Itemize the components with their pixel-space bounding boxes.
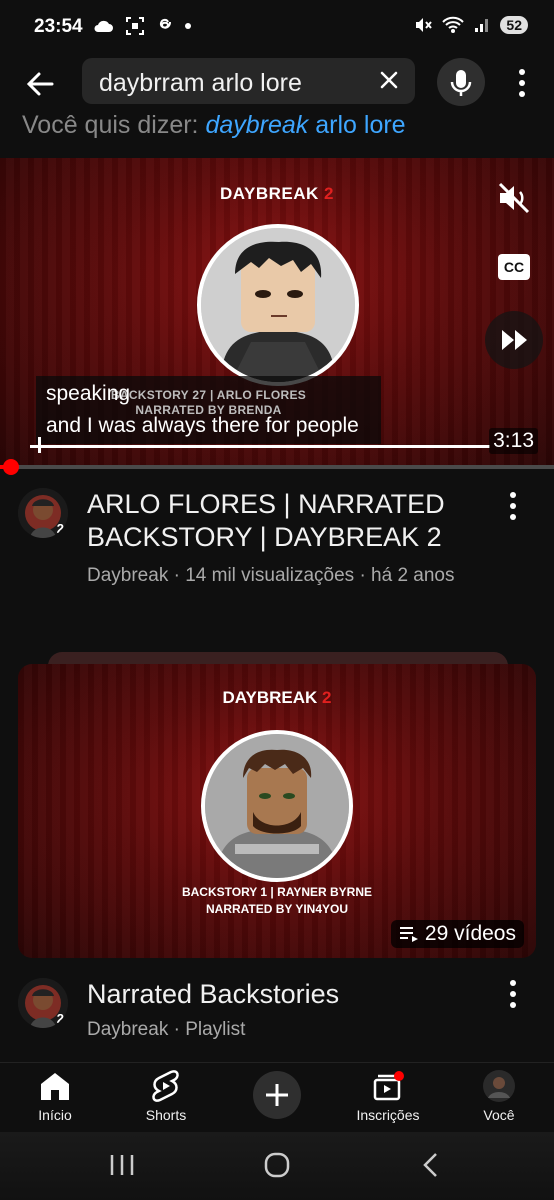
playlist-queue-icon: [399, 927, 418, 942]
scrub-tick: [38, 437, 41, 453]
nav-shorts[interactable]: Shorts: [116, 1069, 216, 1123]
scrub-line: [30, 445, 490, 448]
recents-icon[interactable]: [102, 1150, 142, 1180]
playlist-meta: Daybreak · Playlist: [87, 1019, 246, 1040]
screenshot-icon: [126, 17, 144, 35]
nav-create[interactable]: [227, 1071, 327, 1119]
signal-icon: [475, 19, 489, 32]
pl-caption-line1: BACKSTORY 1 | RAYNER BYRNE: [181, 885, 373, 899]
system-navigation: [0, 1132, 554, 1200]
nav-home[interactable]: Início: [5, 1069, 105, 1123]
playlist-more-icon[interactable]: [503, 978, 523, 1010]
playlist-count: 29 vídeos: [424, 922, 516, 945]
nav-subscriptions-label: Inscrições: [356, 1107, 420, 1123]
video-more-icon[interactable]: [503, 490, 523, 522]
channel-avatar[interactable]: 2: [18, 488, 68, 538]
battery-level: 52: [500, 16, 528, 34]
video-thumb-title: DAYBREAK 2: [0, 184, 554, 204]
progress-handle[interactable]: [3, 459, 20, 475]
threads-icon: [159, 18, 171, 29]
back-system-icon[interactable]: [412, 1150, 452, 1180]
progress-track[interactable]: [0, 465, 554, 469]
playlist-portrait-image: [205, 734, 349, 878]
search-input[interactable]: daybrram arlo lore: [82, 58, 415, 104]
video-meta: Daybreak · 14 mil visualizações · há 2 a…: [87, 565, 455, 586]
playlist-title[interactable]: Narrated Backstories: [87, 978, 487, 1011]
pl-caption-line2: NARRATED BY YIN4YOU: [205, 902, 349, 916]
search-query[interactable]: daybrram arlo lore: [99, 69, 302, 98]
cloud-icon: [94, 20, 113, 32]
character-portrait: [197, 224, 359, 386]
nav-subscriptions[interactable]: Inscrições: [338, 1069, 438, 1123]
more-options-icon[interactable]: [508, 66, 536, 100]
subscriptions-icon: [373, 1071, 404, 1101]
character-portrait-image: [201, 228, 355, 382]
nav-home-label: Início: [38, 1107, 72, 1123]
dot-icon: [185, 23, 191, 29]
nav-you[interactable]: Você: [449, 1069, 549, 1123]
plus-icon: [266, 1084, 288, 1106]
thumb-title-text: DAYBREAK: [220, 184, 319, 203]
home-icon: [41, 1073, 69, 1100]
channel-badge: 2: [56, 521, 64, 536]
suggest-prefix: Você quis dizer:: [22, 111, 199, 139]
playlist-thumbnail[interactable]: DAYBREAK 2 BACKSTORY 1 | RAYNER BYRNE NA…: [18, 664, 536, 958]
did-you-mean[interactable]: Você quis dizer: daybreak arlo lore: [22, 110, 406, 140]
mic-icon: [450, 70, 472, 96]
home-system-icon[interactable]: [257, 1150, 297, 1180]
status-time: 23:54: [34, 16, 83, 37]
nav-you-label: Você: [483, 1107, 515, 1123]
subtitle-line-2: and I was always there for people: [46, 414, 359, 437]
nav-shorts-label: Shorts: [145, 1107, 187, 1123]
fast-forward-button[interactable]: [485, 311, 543, 369]
voice-search-button[interactable]: [437, 58, 485, 106]
suggest-corrected[interactable]: daybreak: [205, 111, 308, 139]
playlist-channel-badge: 2: [56, 1011, 64, 1026]
status-right: 52: [414, 16, 528, 34]
clear-icon[interactable]: [377, 68, 401, 92]
playlist-thumb-title: DAYBREAK 2: [18, 688, 536, 708]
suggest-rest[interactable]: arlo lore: [315, 111, 405, 139]
pl-thumb-title-text: DAYBREAK: [222, 688, 318, 707]
playlist-channel-avatar[interactable]: 2: [18, 978, 68, 1028]
user-avatar-icon: [483, 1070, 515, 1102]
wifi-icon: [442, 16, 465, 33]
playlist-portrait: [201, 730, 353, 882]
back-arrow-icon[interactable]: [22, 66, 58, 102]
video-title[interactable]: ARLO FLORES | NARRATED BACKSTORY | DAYBR…: [87, 488, 487, 554]
thumb-title-num: 2: [324, 184, 334, 203]
status-bar: 23:54 52: [0, 0, 554, 58]
playlist-count-badge: 29 vídeos: [390, 920, 524, 948]
video-duration: 3:13: [489, 428, 538, 454]
video-player[interactable]: DAYBREAK 2 BACKSTORY 27 | ARLO FLORES NA…: [0, 158, 554, 466]
subtitle-line-1: speaking: [46, 382, 131, 405]
create-button[interactable]: [253, 1071, 301, 1119]
bottom-navigation: Início Shorts Inscrições Você: [0, 1062, 554, 1132]
shorts-icon: [152, 1070, 179, 1102]
search-header: daybrram arlo lore: [0, 58, 554, 108]
pl-thumb-title-num: 2: [322, 688, 332, 707]
muted-icon[interactable]: [496, 180, 532, 216]
status-left-icons: [92, 16, 192, 36]
playlist-thumb-caption: BACKSTORY 1 | RAYNER BYRNE NARRATED BY Y…: [18, 884, 536, 918]
mute-status-icon: [416, 18, 433, 32]
captions-button[interactable]: CC: [498, 254, 530, 280]
fast-forward-icon: [502, 330, 527, 350]
